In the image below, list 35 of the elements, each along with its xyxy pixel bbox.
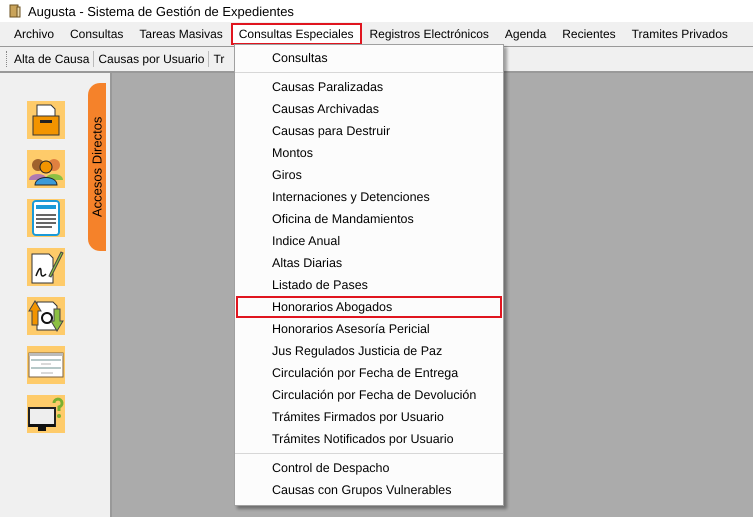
- menu-item[interactable]: Consultas: [62, 23, 132, 45]
- menu-item[interactable]: Circulación por Fecha de Entrega: [236, 362, 502, 384]
- app-icon: [8, 4, 22, 18]
- menu-item[interactable]: Agenda: [496, 23, 554, 45]
- menu-item[interactable]: Causas Paralizadas: [236, 76, 502, 98]
- menu-item[interactable]: Trámites Notificados por Usuario: [236, 428, 502, 450]
- menu-item[interactable]: Recientes: [554, 23, 624, 45]
- menu-item[interactable]: Control de Despacho: [236, 457, 502, 479]
- help-monitor-icon[interactable]: [27, 395, 65, 433]
- window-title: Augusta - Sistema de Gestión de Expedientes: [28, 4, 294, 18]
- menu-item[interactable]: Trámites Firmados por Usuario: [236, 406, 502, 428]
- menu-item[interactable]: Oficina de Mandamientos: [236, 208, 502, 230]
- menu-item[interactable]: Indice Anual: [236, 230, 502, 252]
- menu-item[interactable]: Causas para Destruir: [236, 120, 502, 142]
- toolbar-button[interactable]: Tr: [209, 50, 228, 68]
- menu-item[interactable]: Honorarios Abogados: [236, 296, 502, 318]
- menu-item[interactable]: Archivo: [6, 23, 62, 45]
- menu-item[interactable]: Giros: [236, 164, 502, 186]
- menu-item[interactable]: Internaciones y Detenciones: [236, 186, 502, 208]
- menu-item[interactable]: Tramites Privados: [624, 23, 736, 45]
- menu-item[interactable]: Montos: [236, 142, 502, 164]
- menu-item[interactable]: Altas Diarias: [236, 252, 502, 274]
- menu-item[interactable]: Registros Electrónicos: [362, 23, 497, 45]
- menu-item[interactable]: Consultas: [236, 47, 502, 69]
- menu-item[interactable]: Consultas Especiales: [230, 23, 362, 45]
- menu-item[interactable]: Tareas Masivas: [131, 23, 231, 45]
- menu-item[interactable]: Jus Regulados Justicia de Paz: [236, 340, 502, 362]
- menu-item[interactable]: Causas con Grupos Vulnerables: [236, 479, 502, 501]
- toolbar-button[interactable]: Alta de Causa: [10, 50, 94, 68]
- toolbar-button[interactable]: Causas por Usuario: [94, 50, 208, 68]
- menu-item[interactable]: Listado de Pases: [236, 274, 502, 296]
- menu-item[interactable]: Honorarios Asesoría Pericial: [236, 318, 502, 340]
- menu-item[interactable]: Circulación por Fecha de Devolución: [236, 384, 502, 406]
- side-tab[interactable]: Accesos Directos: [88, 83, 106, 251]
- menu-item[interactable]: Causas Archivadas: [236, 98, 502, 120]
